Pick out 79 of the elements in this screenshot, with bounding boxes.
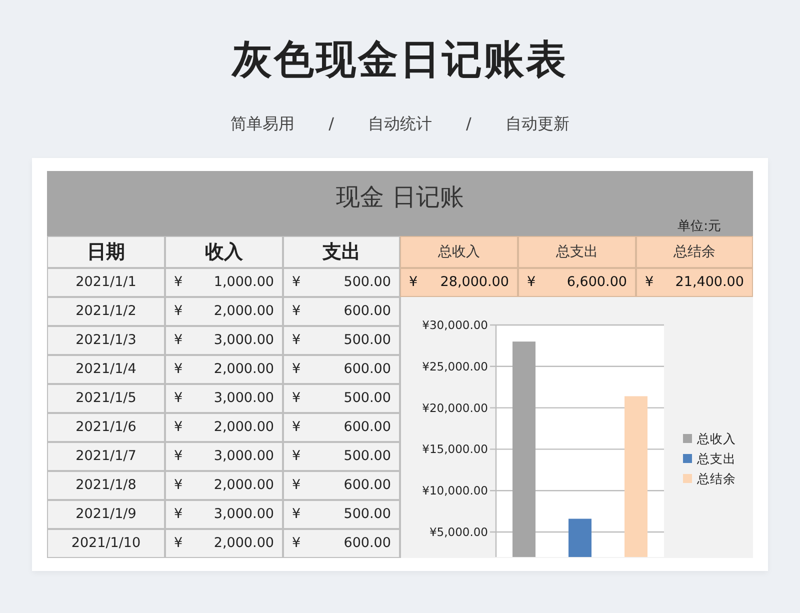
column-header: 支出 xyxy=(283,236,400,268)
currency-sign: ¥ xyxy=(292,273,301,292)
currency-sign: ¥ xyxy=(292,534,301,554)
summary-header: 总收入 xyxy=(400,236,518,268)
axis-label: ¥10,000.00 xyxy=(422,484,488,498)
amount: 2,000.00 xyxy=(214,302,274,322)
separator: / xyxy=(466,113,472,135)
axis-label: ¥20,000.00 xyxy=(422,400,488,415)
currency-sign: ¥ xyxy=(292,447,301,466)
date-cell: 2021/1/7 xyxy=(47,442,165,471)
currency-sign: ¥ xyxy=(292,505,301,524)
currency-sign: ¥ xyxy=(174,476,183,496)
amount: 28,000.00 xyxy=(440,273,509,292)
tag-label: 简单易用 xyxy=(230,113,295,135)
amount: 500.00 xyxy=(344,447,391,466)
amount: 500.00 xyxy=(344,505,391,524)
date-cell: 2021/1/1 xyxy=(47,268,165,297)
amount: 2,000.00 xyxy=(214,360,274,380)
amount: 600.00 xyxy=(344,534,391,554)
amount: 600.00 xyxy=(344,418,391,438)
amount: 21,400.00 xyxy=(675,273,744,292)
amount: 600.00 xyxy=(344,302,391,322)
currency-sign: ¥ xyxy=(292,418,301,438)
amount: 3,000.00 xyxy=(214,447,274,466)
legend-label: 总支出 xyxy=(697,451,736,466)
date-cell: 2021/1/10 xyxy=(47,529,165,558)
amount: 3,000.00 xyxy=(214,505,274,524)
separator: / xyxy=(328,113,334,135)
amount: 3,000.00 xyxy=(214,389,274,408)
currency-sign: ¥ xyxy=(174,418,183,438)
date-cell: 2021/1/9 xyxy=(47,500,165,529)
legend-label: 总收入 xyxy=(697,431,736,446)
amount: 2,000.00 xyxy=(214,476,274,496)
currency-sign: ¥ xyxy=(292,302,301,322)
amount: 500.00 xyxy=(344,331,391,350)
currency-sign: ¥ xyxy=(645,273,654,292)
unit-label: 单位:元 xyxy=(678,218,721,236)
currency-sign: ¥ xyxy=(174,302,183,322)
currency-sign: ¥ xyxy=(292,476,301,496)
currency-sign: ¥ xyxy=(174,360,183,380)
amount: 500.00 xyxy=(344,273,391,292)
currency-sign: ¥ xyxy=(292,331,301,350)
axis-label: ¥30,000.00 xyxy=(422,318,488,332)
currency-sign: ¥ xyxy=(527,273,536,292)
date-cell: 2021/1/2 xyxy=(47,297,165,326)
currency-sign: ¥ xyxy=(409,273,418,292)
currency-sign: ¥ xyxy=(174,331,183,350)
currency-sign: ¥ xyxy=(174,389,183,408)
axis-label: ¥15,000.00 xyxy=(422,442,488,456)
legend-label: 总结余 xyxy=(697,471,736,486)
amount: 2,000.00 xyxy=(214,418,274,438)
axis-label: ¥5,000.00 xyxy=(429,525,488,539)
currency-sign: ¥ xyxy=(174,447,183,466)
currency-sign: ¥ xyxy=(292,389,301,408)
summary-header: 总支出 xyxy=(518,236,636,268)
date-cell: 2021/1/6 xyxy=(47,413,165,442)
amount: 6,600.00 xyxy=(566,273,627,292)
currency-sign: ¥ xyxy=(174,534,183,554)
axis-label: ¥25,000.00 xyxy=(422,359,488,374)
date-cell: 2021/1/4 xyxy=(47,355,165,384)
date-cell: 2021/1/5 xyxy=(47,384,165,413)
amount: 600.00 xyxy=(344,360,391,380)
amount: 3,000.00 xyxy=(214,331,274,350)
sheet-title: 现金 日记账 xyxy=(336,183,464,211)
summary-header: 总结余 xyxy=(636,236,753,268)
tag-label: 自动统计 xyxy=(368,113,432,135)
currency-sign: ¥ xyxy=(292,360,301,380)
page-title: 灰色现金日记账表 xyxy=(232,36,568,85)
amount: 600.00 xyxy=(344,476,391,496)
date-cell: 2021/1/8 xyxy=(47,471,165,500)
column-header: 收入 xyxy=(165,236,283,268)
date-cell: 2021/1/3 xyxy=(47,326,165,355)
amount: 500.00 xyxy=(344,389,391,408)
currency-sign: ¥ xyxy=(174,273,183,292)
currency-sign: ¥ xyxy=(174,505,183,524)
amount: 1,000.00 xyxy=(214,273,274,292)
amount: 2,000.00 xyxy=(214,534,274,554)
column-header: 日期 xyxy=(47,236,165,268)
tag-label: 自动更新 xyxy=(505,113,570,135)
